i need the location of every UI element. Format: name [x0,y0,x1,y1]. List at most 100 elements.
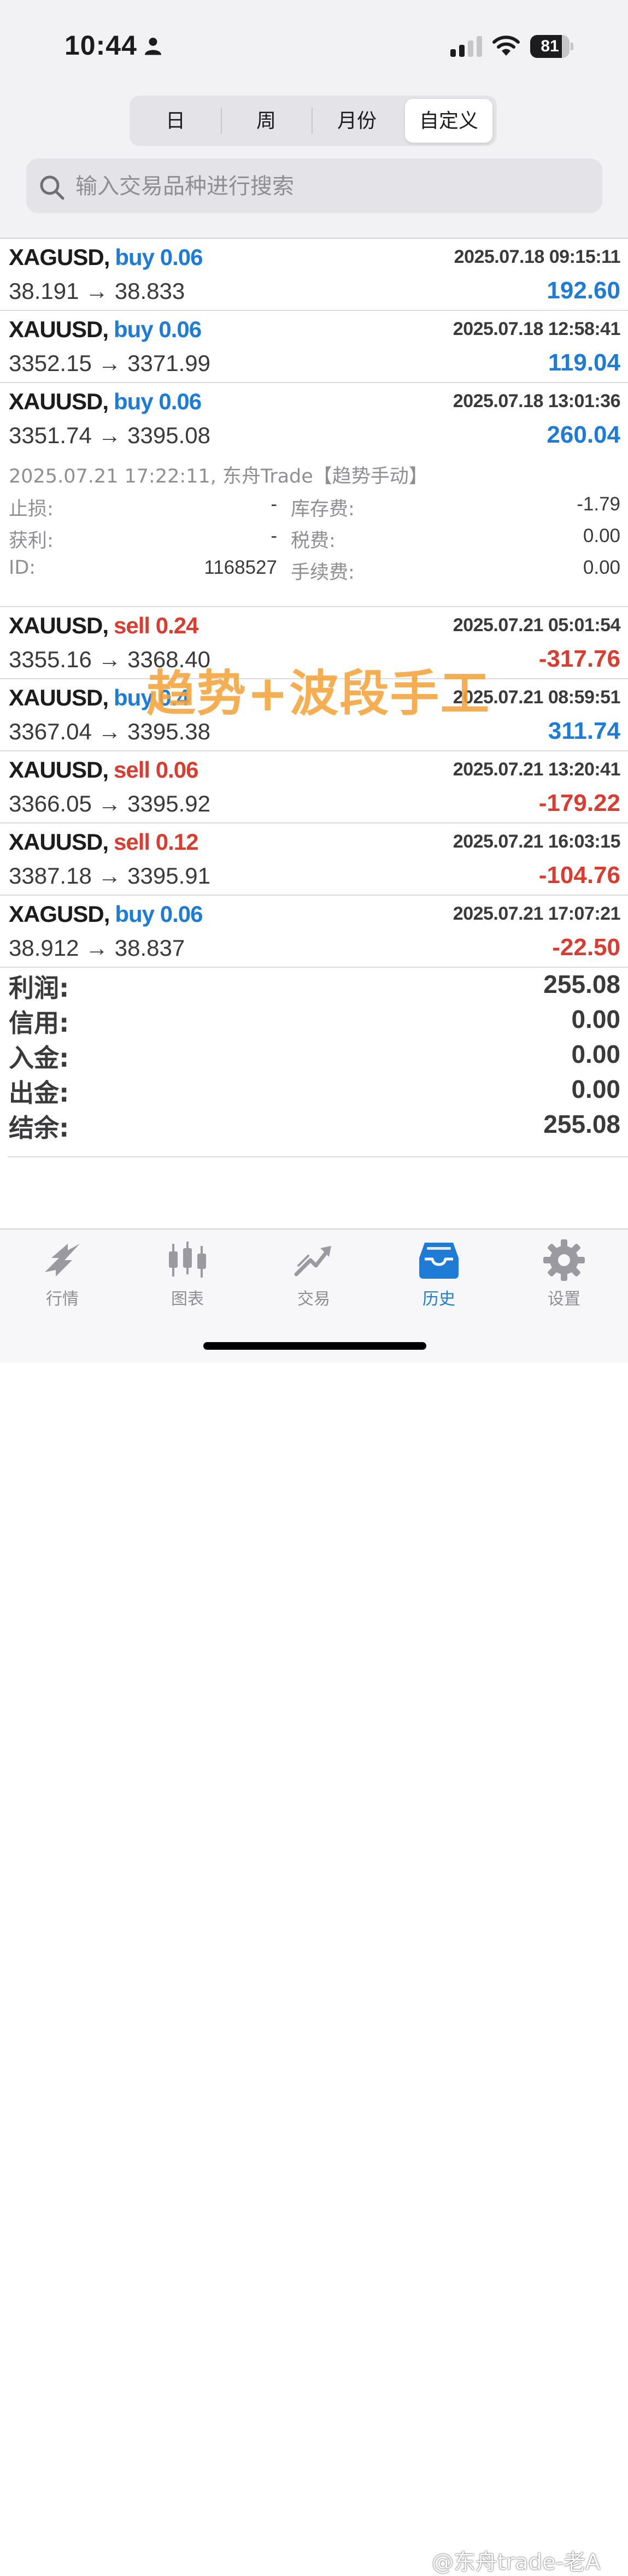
trade-row[interactable]: XAGUSD, buy 0.06 2025.07.18 09:15:11 38.1… [0,239,628,311]
summary-credit-value: 0.00 [571,1005,620,1033]
symbol-search-input[interactable] [74,158,590,214]
trade-datetime: 2025.07.21 08:59:51 [453,687,621,708]
battery-indicator: 81 [530,35,574,58]
trade-prices: 3387.18 → 3395.91 [9,863,210,889]
trade-row[interactable]: XAGUSD, buy 0.06 2025.07.21 17:07:21 38.9… [0,896,628,968]
commission-value: 0.00 [583,557,620,578]
summary-credit: 信用: 0.00 [9,1005,620,1038]
search-bar [26,158,602,214]
trade-symbol: XAUUSD [9,316,103,342]
summary-withdrawal-value: 0.00 [571,1075,620,1103]
trade-profit: -179.22 [538,790,620,816]
trade-side: sell 0.06 [114,757,198,783]
trade-datetime: 2025.07.21 17:07:21 [453,903,621,924]
tab-history[interactable]: 历史 [390,1238,488,1320]
segment-day[interactable]: 日 [133,99,218,143]
period-segmented-control: 日 周 月份 自定义 [130,96,497,146]
trade-prices: 38.191 → 38.833 [9,278,185,304]
trade-symbol: XAUUSD [9,389,103,414]
summary-profit: 利润: 255.08 [9,970,620,1003]
trade-datetime: 2025.07.21 16:03:15 [453,831,621,852]
trade-prices: 3355.16 → 3368.40 [9,646,210,672]
summary-deposit: 入金: 0.00 [9,1040,620,1073]
trade-prices: 3352.15 → 3371.99 [9,350,210,376]
trade-side: buy 0.06 [114,389,202,414]
trade-profit: 119.04 [548,349,620,376]
swap-value: -1.79 [577,493,620,515]
trade-prices: 3367.04 → 3395.38 [9,719,210,744]
trade-profit: 260.04 [547,421,620,448]
person-icon [145,38,161,55]
search-icon [40,175,64,200]
trade-row[interactable]: XAUUSD, sell 0.24 2025.07.21 05:01:54 335… [0,607,628,679]
summary-profit-value: 255.08 [543,970,620,998]
swap-label: 库存费: [291,498,355,520]
trade-symbol: XAUUSD [9,757,103,783]
close-time-comment: 2025.07.21 17:22:11, 东舟Trade【趋势手动】 [9,466,428,487]
id-label: ID: [9,557,36,579]
trade-symbol: XAGUSD [9,901,104,927]
trade-row[interactable]: XAUUSD, sell 0.12 2025.07.21 16:03:15 338… [0,824,628,896]
gear-icon [543,1239,585,1281]
trade-profit: -317.76 [538,645,620,672]
tax-value: 0.00 [583,525,620,546]
trade-profit: 192.60 [547,277,620,304]
trade-icon [294,1246,331,1277]
trade-symbol: XAUUSD [9,829,103,855]
trade-row[interactable]: XAUUSD, sell 0.06 2025.07.21 13:20:41 336… [0,751,628,824]
trade-side: sell 0.24 [114,613,198,638]
trade-prices: 3351.74 → 3395.08 [9,422,210,448]
tab-settings[interactable]: 设置 [515,1238,613,1320]
candlestick-chart-icon [169,1242,206,1278]
trade-symbol: XAUUSD [9,685,103,710]
tab-chart[interactable]: 图表 [138,1238,237,1320]
trade-datetime: 2025.07.21 13:20:41 [453,759,621,780]
summary-balance-value: 255.08 [543,1110,620,1138]
trade-side: sell 0.12 [114,829,198,855]
take-profit-label: 获利: [9,530,54,552]
trade-symbol: XAUUSD [9,613,103,638]
home-indicator [203,1342,426,1350]
trade-side: buy 0.4 [114,685,190,710]
trade-symbol: XAGUSD [9,244,104,270]
trade-prices: 3366.05 → 3395.92 [9,791,210,816]
watermark-credit: @东舟trade-老A [432,2550,601,2575]
account-summary: 利润: 255.08 信用: 0.00 入金: 0.00 出金: 0.00 结余… [0,966,628,1157]
battery-percent: 81 [541,37,559,55]
cellular-signal-icon [450,36,482,57]
tax-label: 税费: [291,530,336,552]
trade-row[interactable]: XAUUSD, buy 0.4 2025.07.21 08:59:51 3367.… [0,679,628,751]
trade-details-panel: 2025.07.21 17:22:11, 东舟Trade【趋势手动】 止损: -… [0,454,628,607]
summary-deposit-value: 0.00 [571,1040,620,1068]
trade-row[interactable]: XAUUSD, buy 0.06 2025.07.18 12:58:41 3352… [0,311,628,383]
trade-datetime: 2025.07.18 12:58:41 [453,319,621,339]
tab-trade[interactable]: 交易 [265,1238,363,1320]
quotes-icon [45,1244,80,1277]
id-value: 1168527 [204,557,277,578]
trade-side: buy 0.06 [115,244,203,270]
trade-side: buy 0.06 [115,901,203,927]
summary-withdrawal: 出金: 0.00 [9,1075,620,1108]
trade-datetime: 2025.07.18 13:01:36 [453,391,621,411]
trade-profit: -104.76 [538,862,620,889]
stop-loss-label: 止损: [9,498,54,520]
trade-side: buy 0.06 [114,316,202,342]
segment-custom[interactable]: 自定义 [405,99,492,143]
tab-quotes[interactable]: 行情 [13,1238,111,1320]
trade-profit: 311.74 [548,717,620,744]
trade-profit: -22.50 [552,934,620,961]
history-inbox-icon [419,1243,459,1279]
trade-row-expanded[interactable]: XAUUSD, buy 0.06 2025.07.18 13:01:36 3351… [0,383,628,454]
trade-prices: 38.912 → 38.837 [9,935,185,961]
header-area: 10:44 81 日 周 月份 自定义 [0,0,628,238]
status-time: 10:44 [64,30,137,61]
deal-history-list: XAGUSD, buy 0.06 2025.07.18 09:15:11 38.1… [0,239,628,968]
wifi-icon [492,36,520,56]
take-profit-value: - [271,525,277,546]
summary-balance: 结余: 255.08 [9,1110,620,1143]
trade-datetime: 2025.07.21 05:01:54 [453,615,621,636]
stop-loss-value: - [271,493,277,515]
segment-week[interactable]: 周 [224,99,309,143]
commission-label: 手续费: [291,562,355,584]
segment-month[interactable]: 月份 [314,99,400,143]
